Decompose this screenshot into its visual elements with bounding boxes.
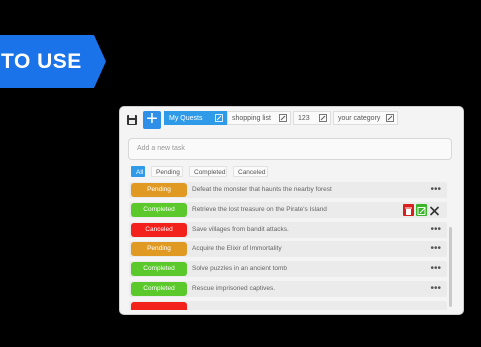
tab-label: your category	[338, 115, 381, 122]
edit-task-button[interactable]	[416, 203, 427, 216]
filter-canceled[interactable]: Canceled	[233, 166, 268, 177]
task-text: Save villages from bandit attacks.	[192, 225, 289, 233]
task-list-scrollbar[interactable]	[449, 227, 452, 307]
edit-icon[interactable]	[386, 114, 394, 122]
task-row[interactable]: Completed Solve puzzles in an ancient tom…	[129, 261, 447, 278]
task-row[interactable]: Completed Rescue imprisoned captives. •••	[129, 281, 447, 297]
trash-icon	[405, 207, 412, 215]
edit-icon[interactable]	[215, 114, 223, 122]
tab-label: My Quests	[169, 115, 203, 122]
more-options-icon[interactable]: •••	[430, 281, 441, 297]
task-row[interactable]: Pending Defeat the monster that haunts th…	[129, 182, 447, 198]
more-options-icon[interactable]: •••	[430, 182, 441, 198]
more-options-icon[interactable]: •••	[430, 222, 441, 238]
tab-shopping-list[interactable]: shopping list	[227, 111, 291, 125]
filter-pending[interactable]: Pending	[151, 166, 183, 177]
status-badge[interactable]: Pending	[131, 183, 187, 197]
task-text: Retrieve the lost treasure on the Pirate…	[192, 205, 327, 213]
close-icon	[429, 206, 440, 216]
task-text: Acquire the Elixir of Immortality	[192, 245, 282, 253]
more-options-icon[interactable]: •••	[430, 261, 441, 277]
floppy-disk-icon	[127, 115, 137, 125]
delete-button[interactable]	[403, 203, 414, 216]
task-row[interactable]: Canceled Save villages from bandit attack…	[129, 221, 447, 238]
status-badge[interactable]	[131, 301, 187, 310]
tab-label: shopping list	[232, 115, 271, 122]
tab-label: 123	[298, 115, 310, 122]
task-row[interactable]: Completed Retrieve the lost treasure on t…	[129, 201, 447, 218]
toolbar: + My Quests shopping list 123 your category	[120, 107, 463, 131]
filter-all[interactable]: All	[131, 166, 145, 177]
status-badge[interactable]: Completed	[131, 282, 187, 296]
task-text: Defeat the monster that haunts the nearb…	[192, 186, 332, 193]
new-task-input[interactable]: Add a new task	[128, 138, 452, 160]
banner-text: TO USE	[1, 50, 82, 73]
tab-your-category[interactable]: your category	[333, 111, 398, 125]
task-text: Solve puzzles in an ancient tomb	[192, 265, 288, 273]
status-badge[interactable]: Completed	[131, 262, 187, 277]
status-badge[interactable]: Completed	[131, 202, 187, 217]
edit-icon	[417, 206, 426, 215]
filter-completed[interactable]: Completed	[189, 166, 227, 177]
status-badge[interactable]: Pending	[131, 242, 187, 257]
todo-app-window: + My Quests shopping list 123 your category…	[120, 107, 463, 314]
task-row[interactable]	[129, 300, 447, 310]
edit-icon[interactable]	[279, 114, 287, 122]
status-badge[interactable]: Canceled	[131, 222, 187, 237]
edit-icon[interactable]	[319, 114, 327, 122]
more-options-icon[interactable]: •••	[430, 241, 441, 257]
tab-123[interactable]: 123	[293, 111, 331, 125]
task-text: Rescue imprisoned captives.	[192, 285, 276, 292]
tab-my-quests[interactable]: My Quests	[164, 111, 227, 125]
tutorial-banner: TO USE	[0, 35, 106, 88]
task-actions	[403, 203, 441, 216]
save-button[interactable]	[124, 112, 140, 128]
task-row[interactable]: Pending Acquire the Elixir of Immortality…	[129, 241, 447, 258]
add-category-button[interactable]: +	[143, 109, 161, 129]
task-list: Pending Defeat the monster that haunts th…	[129, 182, 447, 310]
close-button[interactable]	[429, 204, 440, 216]
